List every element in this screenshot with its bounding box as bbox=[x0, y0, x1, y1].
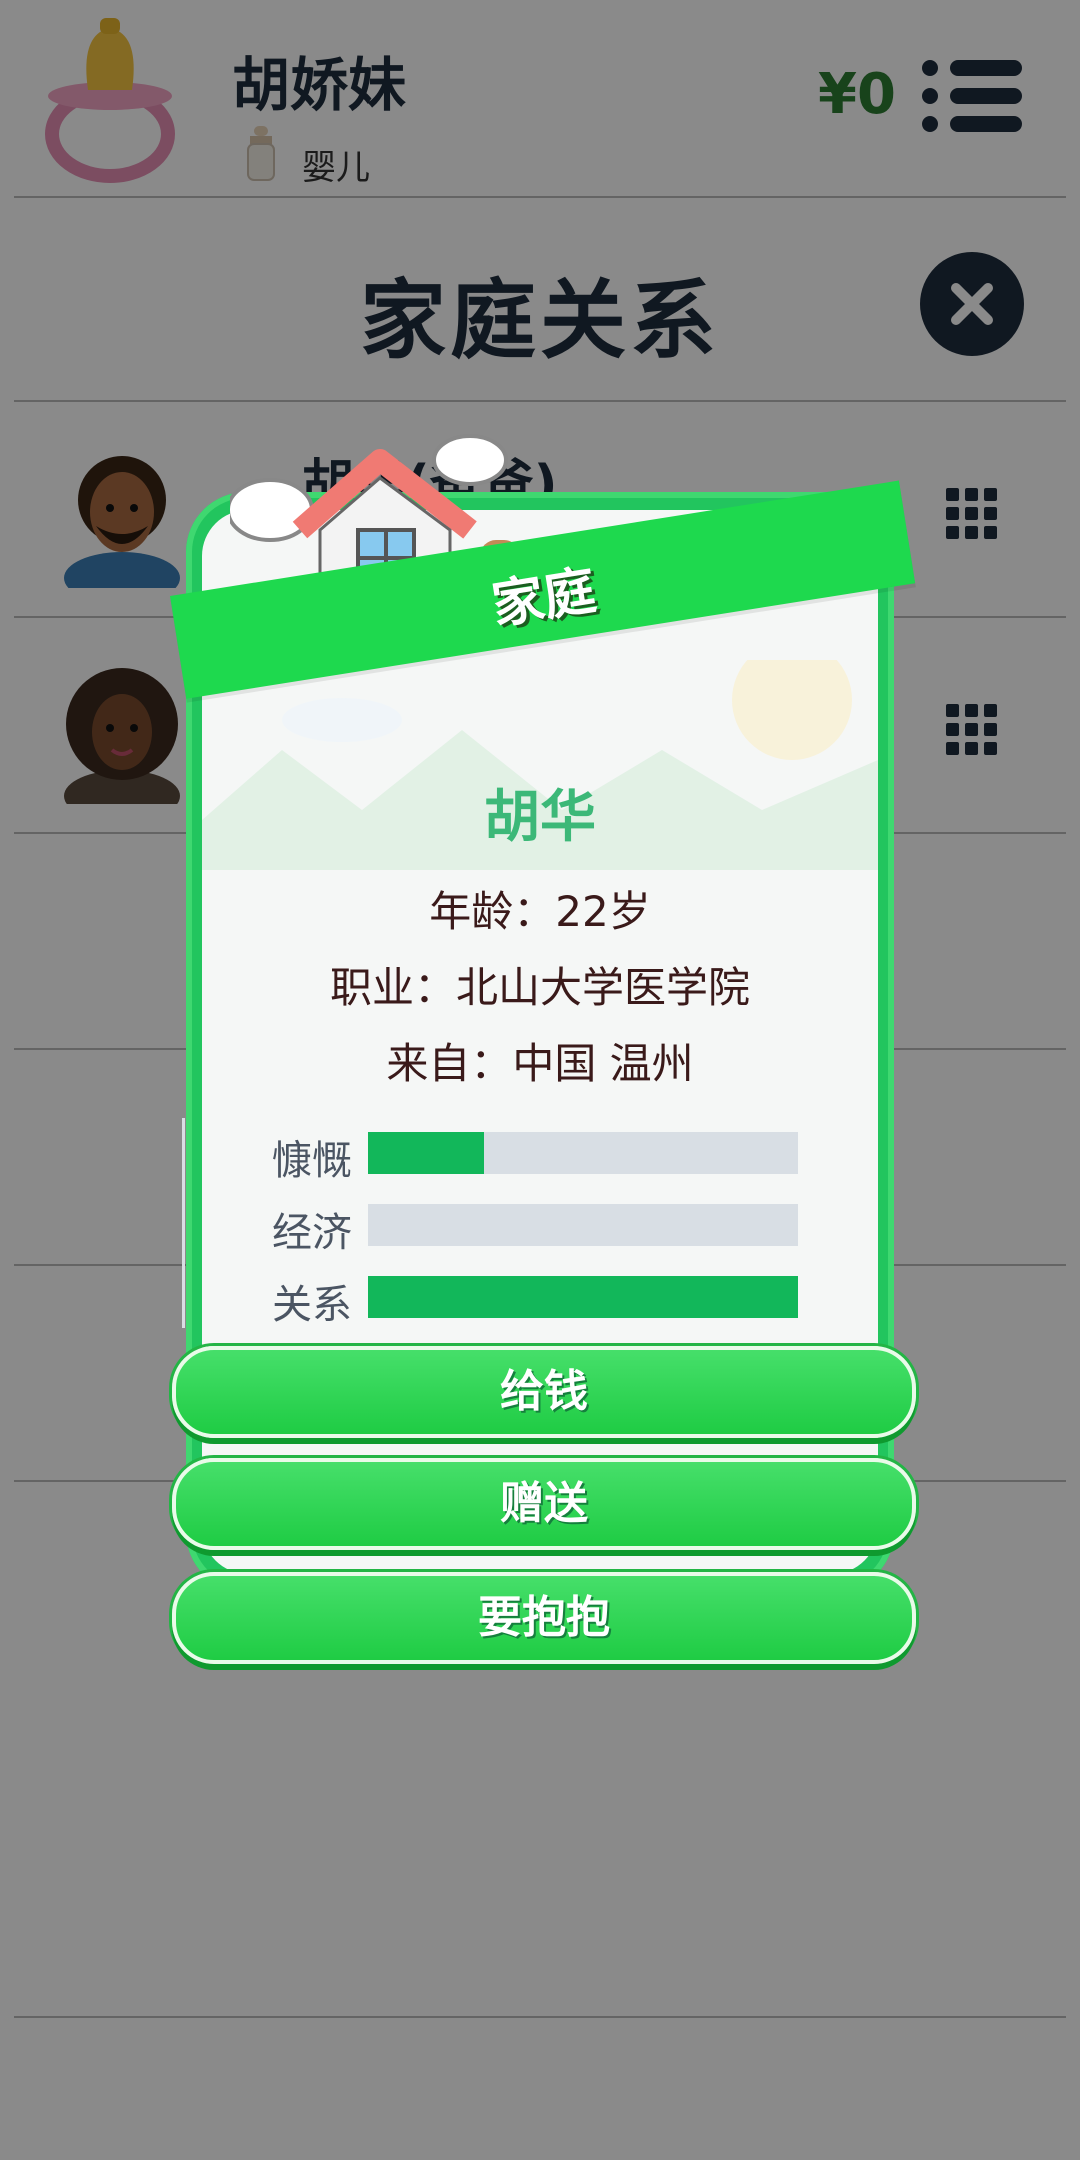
origin-info: 来自：中国 温州 bbox=[386, 1039, 694, 1088]
person-name: 胡华 bbox=[484, 785, 596, 850]
stat-fill-relationship bbox=[368, 1276, 798, 1318]
stat-bar-relationship bbox=[368, 1276, 798, 1318]
stat-bar-finance bbox=[368, 1204, 798, 1246]
job-info: 职业：北山大学医学院 bbox=[329, 963, 750, 1012]
stat-label-relationship: 关系 bbox=[272, 1282, 352, 1328]
stat-fill-generosity bbox=[368, 1132, 485, 1174]
stat-bar-generosity bbox=[368, 1132, 798, 1174]
age-info: 年龄：22岁 bbox=[429, 887, 651, 936]
hug-label: 要抱抱 bbox=[478, 1592, 610, 1643]
stat-label-generosity: 慷慨 bbox=[272, 1138, 352, 1184]
gift-label: 赠送 bbox=[500, 1478, 588, 1529]
stats-axis bbox=[182, 1118, 185, 1328]
hug-button[interactable]: 要抱抱 bbox=[172, 1572, 916, 1664]
give-money-label: 给钱 bbox=[500, 1366, 588, 1417]
stat-label-finance: 经济 bbox=[272, 1210, 352, 1256]
gift-button[interactable]: 赠送 bbox=[172, 1458, 916, 1550]
give-money-button[interactable]: 给钱 bbox=[172, 1346, 916, 1438]
